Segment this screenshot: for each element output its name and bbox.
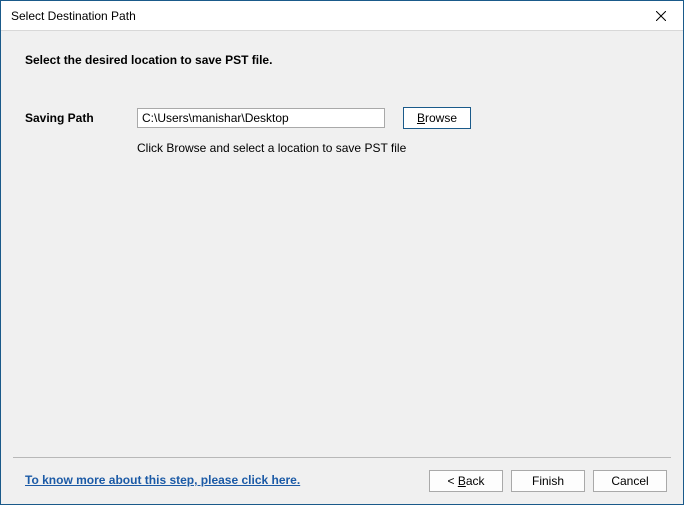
close-icon — [656, 11, 666, 21]
footer-divider — [13, 457, 671, 458]
instruction-text: Select the desired location to save PST … — [25, 53, 659, 67]
cancel-button[interactable]: Cancel — [593, 470, 667, 492]
back-prefix: < — [447, 474, 457, 488]
saving-path-row: Saving Path Browse — [25, 107, 659, 129]
back-button[interactable]: < Back — [429, 470, 503, 492]
titlebar: Select Destination Path — [1, 1, 683, 31]
browse-rest: rowse — [425, 111, 457, 125]
footer-area: To know more about this step, please cli… — [1, 457, 683, 504]
content-area: Select the desired location to save PST … — [1, 31, 683, 504]
close-button[interactable] — [638, 1, 683, 31]
back-rest: ack — [466, 474, 485, 488]
browse-button[interactable]: Browse — [403, 107, 471, 129]
back-mnemonic: B — [458, 474, 466, 488]
finish-button[interactable]: Finish — [511, 470, 585, 492]
saving-path-label: Saving Path — [25, 111, 137, 125]
browse-mnemonic: B — [417, 111, 425, 125]
dialog-window: Select Destination Path Select the desir… — [0, 0, 684, 505]
hint-text: Click Browse and select a location to sa… — [137, 141, 659, 155]
saving-path-input[interactable] — [137, 108, 385, 128]
window-title: Select Destination Path — [11, 9, 136, 23]
button-row: < Back Finish Cancel — [429, 470, 667, 492]
help-link[interactable]: To know more about this step, please cli… — [25, 473, 300, 487]
